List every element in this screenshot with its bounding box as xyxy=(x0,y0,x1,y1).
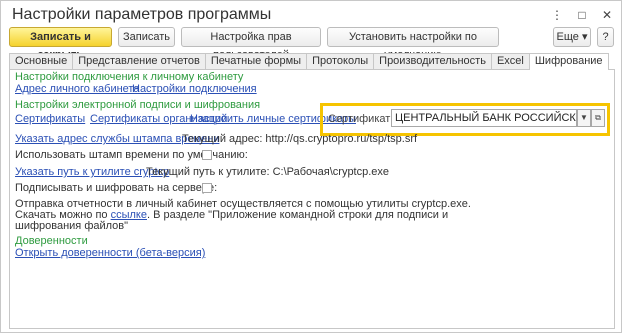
cb-certificate-field[interactable]: ЦЕНТРАЛЬНЫЙ БАНК РОССИЙСКОЙ ФЕДЕРАЦИИ xyxy=(391,109,577,127)
open-icon[interactable]: ⧉ xyxy=(591,109,605,127)
tab-excel[interactable]: Excel xyxy=(490,53,530,69)
timestamp-current-address: Текущий адрес: http://qs.cryptopro.ru/ts… xyxy=(182,133,418,145)
cabinet-address-link[interactable]: Адрес личного кабинета xyxy=(15,83,139,95)
more-button[interactable]: Еще ▾ xyxy=(553,27,591,47)
toolbar: Записать и закрыть Записать Настройка пр… xyxy=(9,27,615,61)
tab-print-forms[interactable]: Печатные формы xyxy=(204,53,308,69)
section-signature-title: Настройки электронной подписи и шифрован… xyxy=(15,99,261,111)
connection-settings-link[interactable]: Настройки подключения xyxy=(132,83,257,95)
set-defaults-button[interactable]: Установить настройки по умолчанию xyxy=(327,27,499,61)
save-button[interactable]: Записать xyxy=(118,27,175,47)
open-poa-link[interactable]: Открыть доверенности (бета-версия) xyxy=(15,247,205,259)
section-cabinet-title: Настройки подключения к личному кабинету xyxy=(15,71,244,83)
section-poa-title: Доверенности xyxy=(15,235,88,247)
tab-main[interactable]: Основные xyxy=(9,53,74,69)
close-icon[interactable]: ✕ xyxy=(601,8,613,22)
title-bar-icons: ⋮ □ ✕ xyxy=(551,8,613,22)
tab-performance[interactable]: Производительность xyxy=(373,53,492,69)
cb-certificate-value: ЦЕНТРАЛЬНЫЙ БАНК РОССИЙСКОЙ ФЕДЕРАЦИИ xyxy=(395,112,576,124)
more-actions-icon[interactable]: ⋮ xyxy=(551,8,563,22)
window-title: Настройки параметров программы xyxy=(12,6,272,23)
save-and-close-button[interactable]: Записать и закрыть xyxy=(9,27,112,61)
tab-bar: Основные Представление отчетов Печатные … xyxy=(9,53,609,70)
user-rights-button[interactable]: Настройка прав пользователей xyxy=(181,27,321,61)
tab-protocols[interactable]: Протоколы xyxy=(306,53,375,69)
help-button[interactable]: ? xyxy=(597,27,614,47)
info-line-3: шифрования файлов" xyxy=(15,220,129,232)
sign-on-server-label: Подписывать и шифровать на сервере: xyxy=(15,182,218,194)
tab-encryption[interactable]: Шифрование xyxy=(528,53,609,70)
use-timestamp-checkbox[interactable] xyxy=(202,150,212,160)
certificates-link[interactable]: Сертификаты xyxy=(15,113,85,125)
maximize-icon[interactable]: □ xyxy=(576,8,588,22)
tab-report-view[interactable]: Представление отчетов xyxy=(72,53,206,69)
cryptcp-current-path: Текущий путь к утилите: C:\Рабочая\crypt… xyxy=(146,166,390,178)
use-timestamp-label: Использовать штамп времени по умолчанию: xyxy=(15,149,248,161)
info-line-2-suffix: . В разделе "Приложение командной строки… xyxy=(147,209,449,221)
chevron-down-icon[interactable]: ▼ xyxy=(577,109,591,127)
sign-on-server-checkbox[interactable] xyxy=(202,183,212,193)
